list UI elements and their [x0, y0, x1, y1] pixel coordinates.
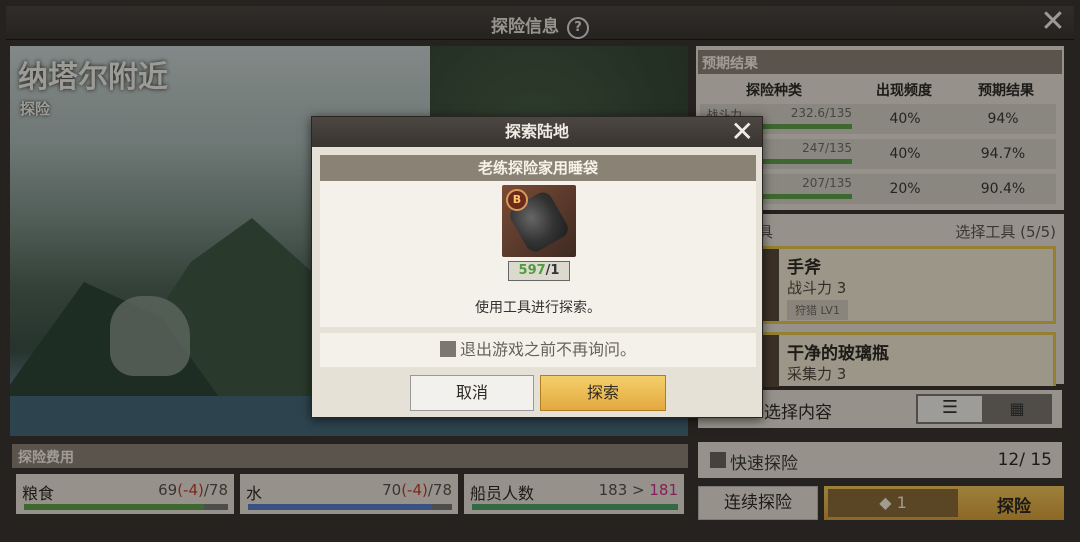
- item-count: 597/1: [508, 261, 570, 281]
- confirm-explore-button[interactable]: 探索: [540, 375, 666, 411]
- dont-ask-row[interactable]: 退出游戏之前不再询问。: [320, 333, 756, 367]
- cancel-button[interactable]: 取消: [410, 375, 534, 411]
- dialog-title: 探索陆地: [312, 117, 762, 147]
- dialog-hint: 使用工具进行探索。: [475, 300, 601, 316]
- item-name: 老练探险家用睡袋: [320, 155, 756, 181]
- dont-ask-label: 退出游戏之前不再询问。: [459, 340, 636, 359]
- dont-ask-checkbox[interactable]: [439, 341, 456, 357]
- grade-badge: B: [506, 189, 528, 211]
- item-need: /1: [545, 263, 560, 278]
- item-have: 597: [518, 263, 546, 278]
- tool-card: 老练探险家用睡袋 B 597/1 使用工具进行探索。: [320, 155, 756, 327]
- sleeping-bag-icon: B: [502, 185, 576, 257]
- explore-land-dialog: 探索陆地 ✕ 老练探险家用睡袋 B 597/1 使用工具进行探索。 退出游戏之前…: [311, 116, 763, 418]
- expedition-window: 探险信息? ✕ 纳塔尔附近 探险 预期结果 探险种类 出现频度 预期结果 战斗力…: [0, 0, 1080, 542]
- dialog-close-icon[interactable]: ✕: [731, 117, 754, 147]
